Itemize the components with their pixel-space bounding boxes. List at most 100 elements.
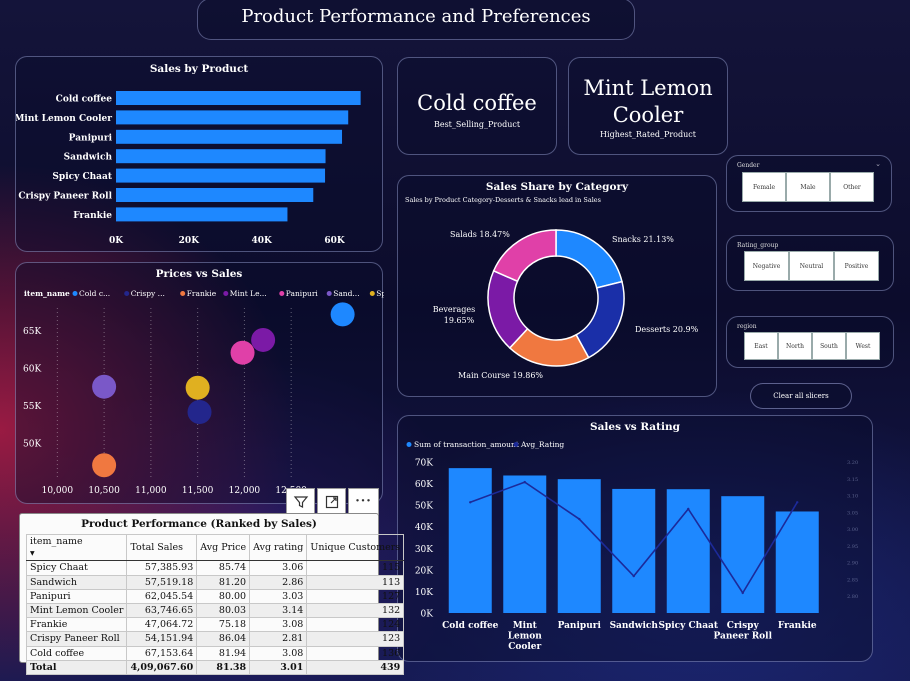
column-header-unique-customers[interactable]: Unique Customers xyxy=(306,533,405,562)
filter-icon[interactable] xyxy=(286,488,315,515)
region-slicer[interactable]: region East North South West xyxy=(726,316,894,368)
kpi-value: Cold coffee xyxy=(417,91,537,115)
kpi-label: Highest_Rated_Product xyxy=(600,130,696,139)
point-sandwich[interactable] xyxy=(92,374,117,399)
table-cell: 136 xyxy=(306,645,405,661)
sales-by-product-panel[interactable]: Sales by Product Cold coffee Mint Lemon C… xyxy=(15,56,383,252)
gender-slicer[interactable]: Gender ⌄ Female Male Other xyxy=(726,155,892,212)
bar-mint-lemon-cooler[interactable] xyxy=(503,475,547,613)
slicer-option-other[interactable]: Other xyxy=(830,172,874,202)
legend-item-panipuri: Panipuri xyxy=(286,289,319,298)
bar-panipuri[interactable] xyxy=(557,479,601,613)
x-tick-label: 60K xyxy=(324,236,346,246)
table-cell: 3.06 xyxy=(249,560,308,576)
sales-share-panel[interactable]: Sales Share by Category Sales by Product… xyxy=(397,175,717,397)
prices-vs-sales-chart[interactable]: item_name Cold c... Crispy ... Frankie Mint … xyxy=(16,263,384,505)
category-label: Sandwich xyxy=(64,153,113,163)
slice-label: 19.65% xyxy=(444,316,475,325)
prices-vs-sales-panel[interactable]: Prices vs Sales item_name Cold c... Crispy… xyxy=(15,262,384,505)
x-tick-label: 20K xyxy=(179,236,201,246)
bar-crispy-paneer-roll[interactable] xyxy=(721,496,765,613)
table-cell: 86.04 xyxy=(196,631,251,647)
slicer-option-negative[interactable]: Negative xyxy=(744,251,789,281)
slicer-option-female[interactable]: Female xyxy=(742,172,786,202)
bar-panipuri[interactable] xyxy=(116,129,343,144)
table-cell: Total xyxy=(25,659,128,676)
bar-frankie[interactable] xyxy=(116,207,288,222)
category-label: Frankie xyxy=(778,621,817,631)
table-row: Mint Lemon Cooler 63,746.65 80.03 3.14 132 xyxy=(25,603,405,619)
table-cell: 439 xyxy=(306,659,405,676)
legend-item-sales: Sum of transaction_amount xyxy=(414,440,519,449)
slicer-option-east[interactable]: East xyxy=(744,332,778,360)
more-options-icon[interactable]: ··· xyxy=(348,488,379,515)
x-tick-label: 40K xyxy=(252,236,274,246)
bar-cold-coffee[interactable] xyxy=(116,91,361,105)
avg-rating-point xyxy=(796,501,799,504)
point-mint-lemon-cooler[interactable] xyxy=(251,327,276,352)
sales-vs-rating-panel[interactable]: Sales vs Rating Sum of transaction_amoun… xyxy=(397,415,873,662)
y2-tick-label: 2.90 xyxy=(847,561,858,567)
point-spicy-chaat[interactable] xyxy=(185,375,210,400)
chevron-down-icon[interactable]: ⌄ xyxy=(875,160,881,168)
sort-descending-icon[interactable]: ▼ xyxy=(30,550,35,557)
bar-spicy-chaat[interactable] xyxy=(116,168,326,183)
y2-tick-label: 2.80 xyxy=(847,594,858,600)
legend-item-crispy: Crispy ... xyxy=(131,289,165,298)
bar-mint-lemon-cooler[interactable] xyxy=(116,110,349,125)
table-row: Spicy Chaat 57,385.93 85.74 3.06 115 xyxy=(25,560,405,576)
point-panipuri[interactable] xyxy=(230,340,255,365)
avg-rating-point xyxy=(469,501,472,504)
avg-rating-point xyxy=(578,517,581,521)
slicer-option-male[interactable]: Male xyxy=(786,172,830,202)
dashboard-title-bar: Product Performance and Preferences xyxy=(197,0,635,40)
y2-tick-label: 3.10 xyxy=(847,494,858,500)
avg-rating-point xyxy=(741,591,744,595)
bar-sandwich[interactable] xyxy=(116,149,326,164)
focus-mode-icon[interactable] xyxy=(317,488,346,515)
point-cold-coffee[interactable] xyxy=(330,302,355,327)
bar-sandwich[interactable] xyxy=(612,488,656,613)
sales-by-product-chart[interactable]: Cold coffee Mint Lemon Cooler Panipuri Sand… xyxy=(16,57,384,253)
slice-label: Desserts 20.9% xyxy=(635,325,699,334)
y2-tick-label: 2.95 xyxy=(847,544,858,550)
bar-cold-coffee[interactable] xyxy=(448,468,492,613)
table-cell: 123 xyxy=(306,631,405,647)
column-header-item-name[interactable]: item_name ▼ xyxy=(25,533,128,562)
table-cell: 85.74 xyxy=(196,560,251,576)
slicer-option-neutral[interactable]: Neutral xyxy=(789,251,834,281)
slicer-option-positive[interactable]: Positive xyxy=(834,251,879,281)
category-label: Lemon xyxy=(508,632,543,642)
bar-crispy-paneer-roll[interactable] xyxy=(116,188,314,202)
x-tick-label: 10,000 xyxy=(42,486,74,496)
kpi-best-selling-card: Cold coffee Best_Selling_Product xyxy=(397,57,557,155)
point-crispy-paneer-roll[interactable] xyxy=(187,400,212,425)
slicer-option-west[interactable]: West xyxy=(846,332,880,360)
column-header-total-sales[interactable]: Total Sales xyxy=(126,533,198,562)
point-frankie[interactable] xyxy=(92,453,117,478)
table-cell: 81.38 xyxy=(196,659,251,676)
column-header-avg-rating[interactable]: Avg rating xyxy=(249,533,308,562)
sales-share-chart[interactable]: Snacks 21.13% Desserts 20.9% Main Course 1… xyxy=(398,176,718,398)
table-cell: 63,746.65 xyxy=(126,603,198,619)
x-tick-label: 12,000 xyxy=(229,486,261,496)
legend-marker xyxy=(406,442,412,447)
slicer-option-north[interactable]: North xyxy=(778,332,812,360)
slice-desserts[interactable] xyxy=(575,280,625,359)
table-cell: Mint Lemon Cooler xyxy=(25,603,128,619)
table-cell: 54,151.94 xyxy=(126,631,198,647)
table-cell: 127 xyxy=(306,588,405,605)
column-header-label: item_name xyxy=(30,536,83,547)
y2-tick-label: 2.85 xyxy=(847,577,858,583)
column-header-avg-price[interactable]: Avg Price xyxy=(196,533,251,562)
y2-tick-label: 3.15 xyxy=(847,477,858,483)
table-cell: Sandwich xyxy=(25,574,128,590)
table-row: Frankie 47,064.72 75.18 3.08 124 xyxy=(25,617,405,633)
sales-vs-rating-chart[interactable]: Sum of transaction_amount Avg_Rating 0K 10K… xyxy=(398,416,874,663)
rating-group-slicer[interactable]: Rating_group Negative Neutral Positive xyxy=(726,235,894,291)
category-label: Crispy Paneer Roll xyxy=(18,192,112,202)
slicer-option-south[interactable]: South xyxy=(812,332,846,360)
clear-all-slicers-button[interactable]: Clear all slicers xyxy=(750,383,852,409)
category-label: Mint Lemon Cooler xyxy=(16,114,112,124)
table-cell: 2.86 xyxy=(249,574,308,590)
